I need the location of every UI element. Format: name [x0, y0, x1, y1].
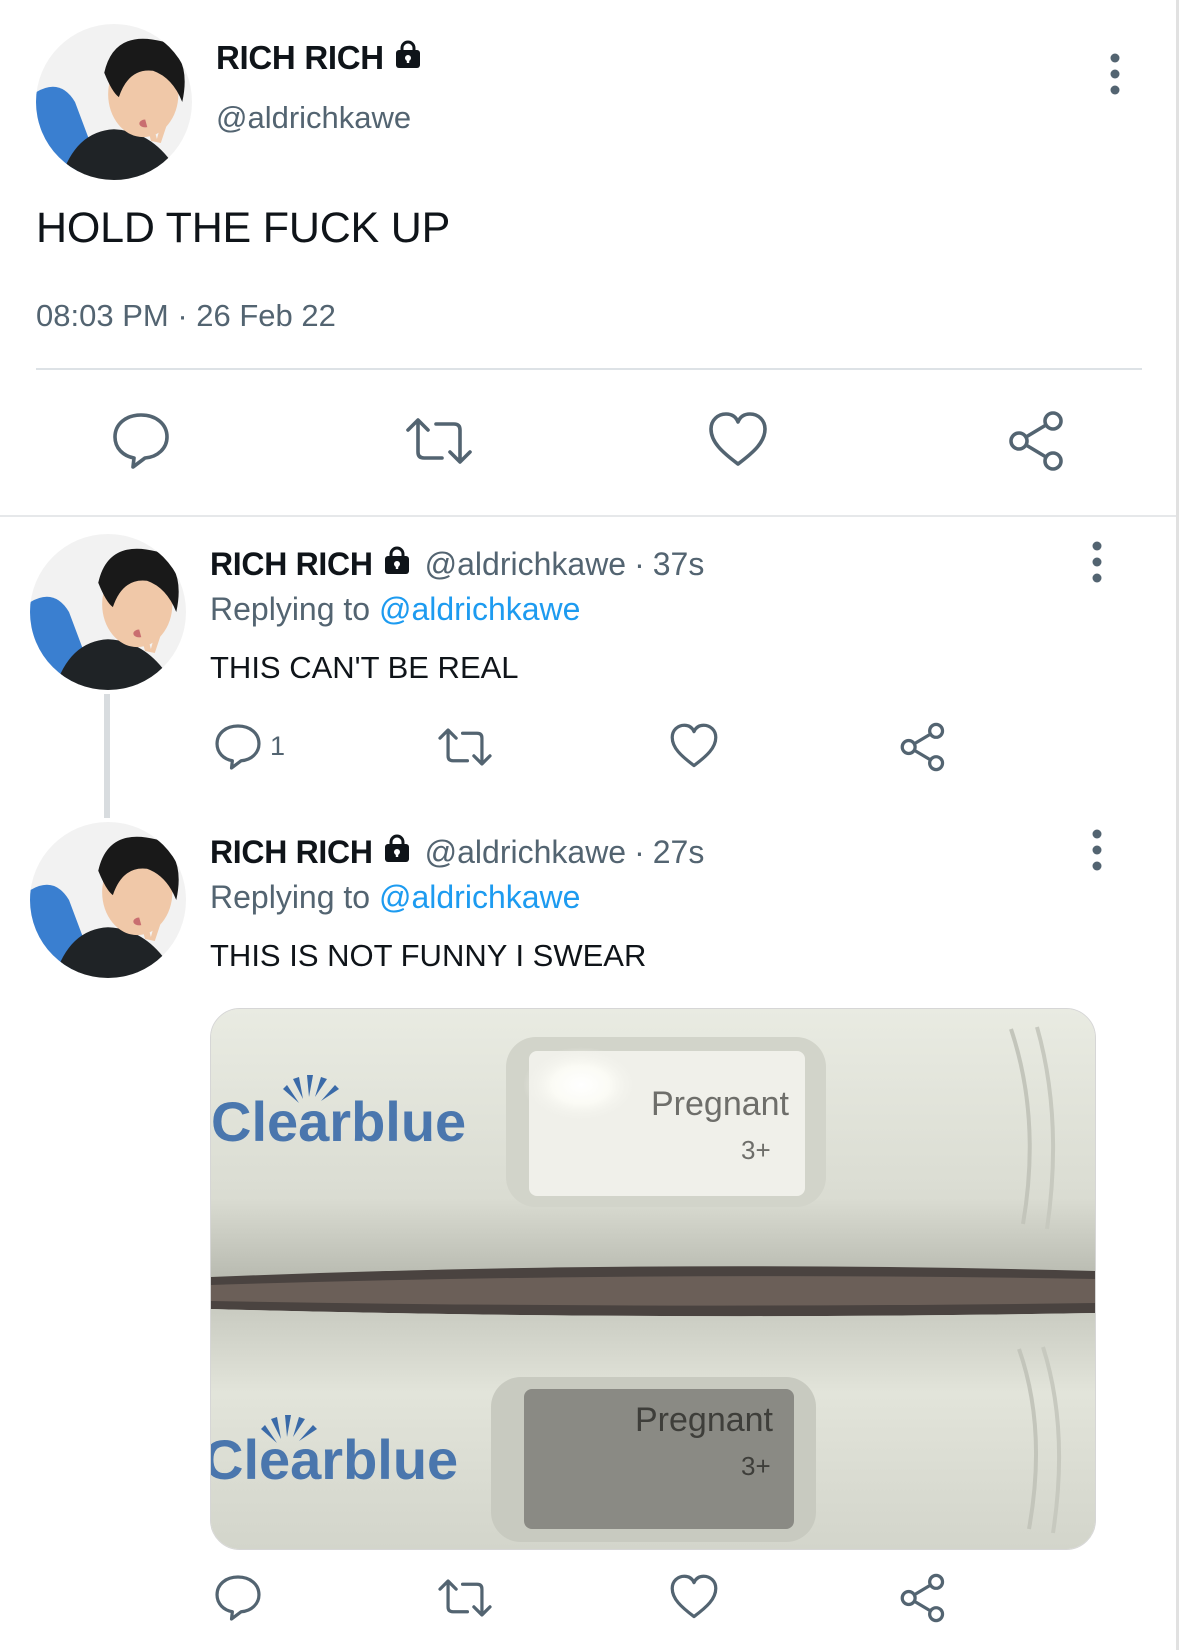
retweet-icon[interactable]	[436, 1573, 492, 1623]
replying-handle-link[interactable]: @aldrichkawe	[379, 591, 580, 627]
display-text-bottom: Pregnant	[635, 1401, 774, 1439]
brand-text-bottom: Clearblue	[211, 1428, 458, 1491]
comment-icon[interactable]	[111, 410, 171, 472]
display-text-top: Pregnant	[651, 1085, 790, 1123]
heart-icon[interactable]	[708, 410, 768, 472]
meta-separator: ·	[177, 298, 188, 333]
more-options-icon[interactable]	[1082, 828, 1112, 872]
display-name[interactable]: RICH RICH	[210, 546, 373, 583]
heart-icon[interactable]	[668, 722, 720, 772]
tweet-time[interactable]: 27s	[653, 834, 705, 871]
meta-separator: ·	[634, 833, 645, 870]
tweet-media-photo[interactable]: Clearblue Pregnant 3+ Clearblue Pregnant…	[210, 1008, 1096, 1550]
replying-to: Replying to @aldrichkawe	[210, 591, 580, 628]
tweet-thread-page: RICH RICH @aldrichkawe HOLD THE FUCK UP …	[0, 0, 1179, 1650]
tweet-text: THIS IS NOT FUNNY I SWEAR	[210, 938, 647, 973]
tweet-text: THIS CAN'T BE REAL	[210, 650, 519, 685]
profile-photo	[36, 24, 192, 180]
handle[interactable]: @aldrichkawe	[425, 834, 626, 871]
lock-icon	[381, 832, 413, 872]
profile-photo	[30, 822, 186, 978]
display-count-top: 3+	[741, 1135, 771, 1165]
tweet-text: HOLD THE FUCK UP	[36, 204, 451, 252]
handle[interactable]: @aldrichkawe	[425, 546, 626, 583]
display-name-text: RICH RICH	[216, 39, 384, 76]
display-name[interactable]: RICH RICH	[216, 38, 424, 78]
divider	[36, 368, 1142, 370]
tweet-time[interactable]: 37s	[653, 546, 705, 583]
replying-prefix: Replying to	[210, 879, 371, 915]
comment-icon[interactable]	[212, 722, 264, 772]
brand-text-top: Clearblue	[211, 1090, 466, 1153]
retweet-icon[interactable]	[406, 410, 472, 472]
retweet-icon[interactable]	[436, 722, 492, 772]
reply-count: 1	[270, 731, 286, 761]
lock-icon	[381, 544, 413, 584]
share-icon[interactable]	[1008, 410, 1068, 472]
handle[interactable]: @aldrichkawe	[216, 100, 411, 136]
avatar[interactable]	[30, 534, 186, 690]
display-count-bottom: 3+	[741, 1451, 771, 1481]
heart-icon[interactable]	[668, 1573, 720, 1623]
display-name[interactable]: RICH RICH	[210, 834, 373, 871]
tweet-date: 26 Feb 22	[196, 298, 336, 333]
share-icon[interactable]	[898, 722, 950, 772]
tweet-timestamp[interactable]: 08:03 PM · 26 Feb 22	[36, 298, 336, 334]
profile-photo	[30, 534, 186, 690]
pregnancy-tests-photo: Clearblue Pregnant 3+ Clearblue Pregnant…	[211, 1009, 1095, 1549]
tweet-time: 08:03 PM	[36, 298, 169, 333]
reply-header: RICH RICH @aldrichkawe · 37s	[210, 544, 704, 584]
replying-handle-link[interactable]: @aldrichkawe	[379, 879, 580, 915]
replying-prefix: Replying to	[210, 591, 371, 627]
more-options-icon[interactable]	[1100, 52, 1130, 96]
divider	[0, 515, 1176, 517]
thread-line	[104, 694, 110, 818]
replying-to: Replying to @aldrichkawe	[210, 879, 580, 916]
avatar[interactable]	[30, 822, 186, 978]
more-options-icon[interactable]	[1082, 540, 1112, 584]
meta-separator: ·	[634, 545, 645, 582]
reply-header: RICH RICH @aldrichkawe · 27s	[210, 832, 704, 872]
comment-icon[interactable]	[212, 1573, 264, 1623]
avatar[interactable]	[36, 24, 192, 180]
share-icon[interactable]	[898, 1573, 950, 1623]
lock-icon	[392, 38, 424, 78]
